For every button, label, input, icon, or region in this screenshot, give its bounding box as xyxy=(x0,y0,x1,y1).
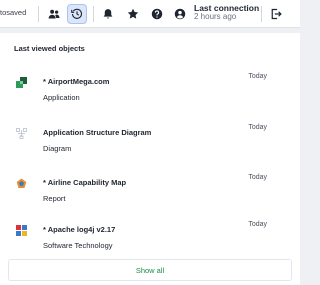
item-type: Diagram xyxy=(43,144,72,153)
item-name: * AirportMega.com xyxy=(43,77,110,86)
item-type: Software Technology xyxy=(43,241,113,250)
item-date: Today xyxy=(248,174,267,181)
top-toolbar: tosaved Last connection 2 hours ago xyxy=(0,0,300,28)
show-all-button[interactable]: Show all xyxy=(8,259,292,281)
software-technology-icon xyxy=(16,225,27,236)
bell-icon xyxy=(103,9,113,19)
diagram-icon xyxy=(16,128,27,139)
list-item[interactable]: * Apache log4j v2.17 Software Technology… xyxy=(8,213,292,259)
item-type: Application xyxy=(43,93,80,102)
users-icon xyxy=(48,9,60,19)
logout-button[interactable] xyxy=(266,4,286,24)
help-button[interactable] xyxy=(147,4,167,24)
notifications-button[interactable] xyxy=(98,4,118,24)
application-icon xyxy=(16,77,27,88)
toolbar-divider xyxy=(261,6,262,22)
item-name: * Airline Capability Map xyxy=(43,178,127,187)
item-type: Report xyxy=(43,194,66,203)
item-date: Today xyxy=(248,73,267,80)
last-connection: Last connection 2 hours ago xyxy=(194,4,259,21)
history-icon xyxy=(71,8,83,19)
list-item[interactable]: * Airline Capability Map Report Today xyxy=(8,166,292,212)
logout-icon xyxy=(271,8,282,20)
users-button[interactable] xyxy=(44,4,64,24)
panel-title: Last viewed objects xyxy=(14,44,85,53)
help-icon xyxy=(151,8,163,20)
last-viewed-panel: Last viewed objects * AirportMega.com Ap… xyxy=(0,33,300,285)
list-item[interactable]: Application Structure Diagram Diagram To… xyxy=(8,116,292,162)
favorites-button[interactable] xyxy=(123,4,143,24)
last-connection-value: 2 hours ago xyxy=(194,11,237,21)
history-button[interactable] xyxy=(67,4,87,24)
item-name: * Apache log4j v2.17 xyxy=(43,225,116,234)
toolbar-divider xyxy=(38,6,39,22)
item-name: Application Structure Diagram xyxy=(43,128,152,137)
star-icon xyxy=(127,8,139,19)
toolbar-divider xyxy=(93,6,94,22)
autosaved-status: tosaved xyxy=(0,8,27,17)
item-date: Today xyxy=(248,221,267,228)
item-date: Today xyxy=(248,124,267,131)
user-circle-icon xyxy=(174,8,186,20)
report-icon xyxy=(16,178,27,188)
profile-button[interactable] xyxy=(170,4,190,24)
list-item[interactable]: * AirportMega.com Application Today xyxy=(8,65,292,111)
